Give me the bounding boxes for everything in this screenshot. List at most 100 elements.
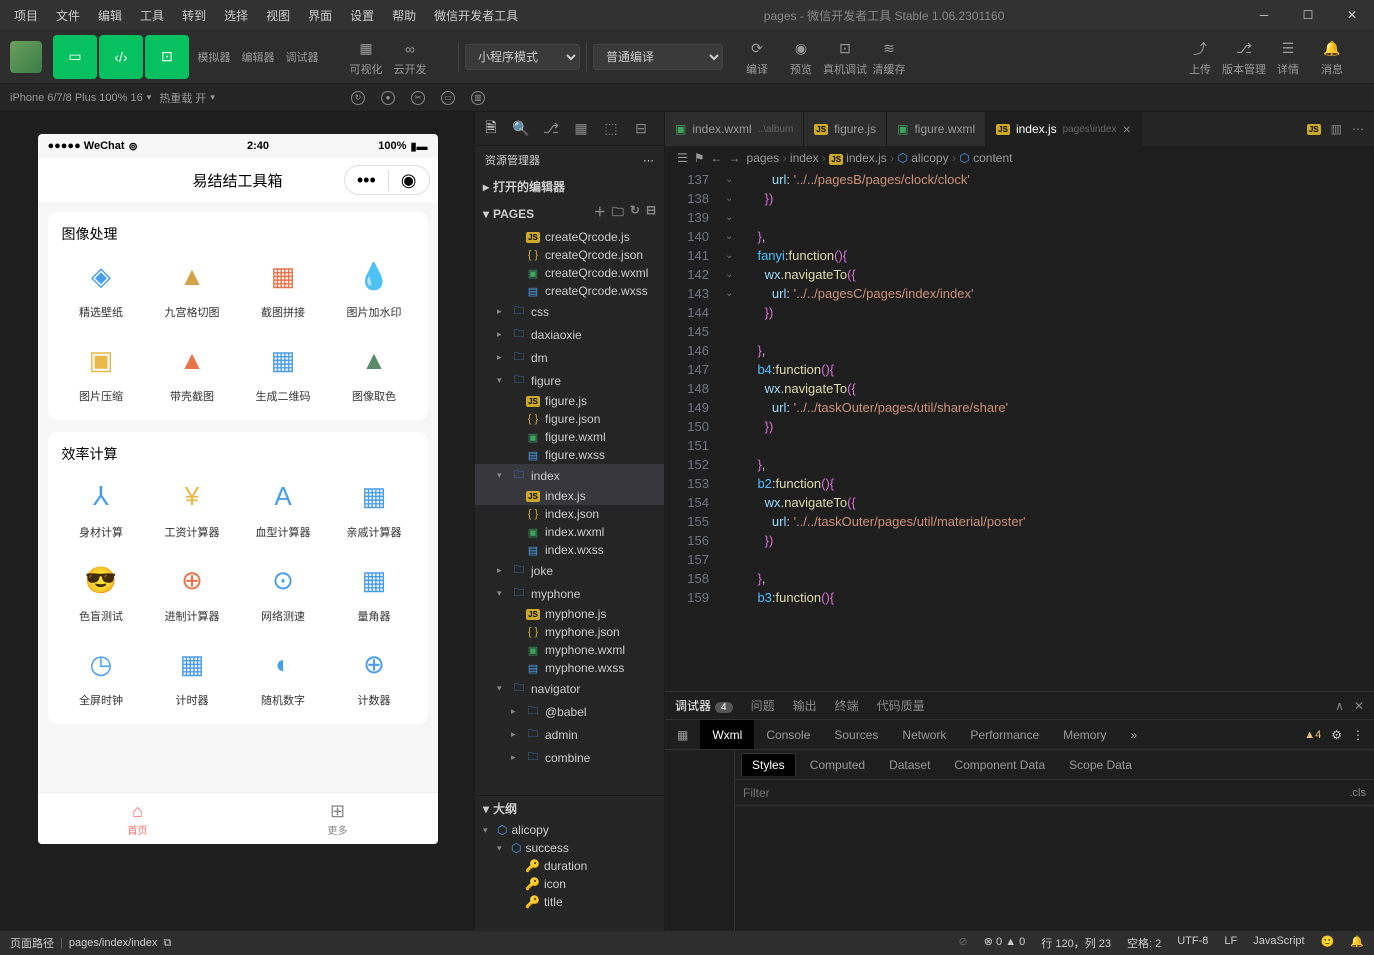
tree-folder[interactable]: ▸🗀@babel [475, 700, 664, 723]
tree-folder[interactable]: ▸🗀css [475, 300, 664, 323]
menu-帮助[interactable]: 帮助 [384, 3, 424, 28]
code-editor[interactable]: 137 138 139 140 141 142 143 144 145 146 … [665, 170, 1374, 691]
gear-icon[interactable]: ⚙ [1331, 728, 1342, 742]
ext-icon[interactable]: ▦ [569, 117, 593, 141]
outline-item[interactable]: 🔑 title [475, 893, 664, 911]
status-cancel-icon[interactable]: ⊘ [959, 935, 968, 951]
tabbar-item[interactable]: ⊞更多 [238, 793, 438, 844]
grid-item[interactable]: ◐随机数字 [238, 644, 329, 708]
phone-content[interactable]: 图像处理◈精选壁纸▲九宫格切图▦截图拼接💧图片加水印▣图片压缩▲带壳截图▦生成二… [38, 202, 438, 792]
outline-item[interactable]: 🔑 duration [475, 857, 664, 875]
project-header[interactable]: ▾PAGES ＋ 🗀 ↻ ⊟ [475, 199, 664, 228]
close-button[interactable]: ✕ [1330, 0, 1374, 30]
grid-item[interactable]: ⊕计数器 [329, 644, 420, 708]
network-tab[interactable]: Network [890, 720, 958, 749]
minimize-button[interactable]: ─ [1242, 0, 1286, 30]
bc-back-icon[interactable]: ← [711, 151, 723, 165]
sources-tab[interactable]: Sources [822, 720, 890, 749]
tree-folder[interactable]: ▾🗀index [475, 464, 664, 487]
capsule-close-icon[interactable]: ◉ [389, 170, 429, 191]
grid-item[interactable]: ▦亲戚计算器 [329, 476, 420, 540]
hot-reload-toggle[interactable]: 热重载 开 ▾ [159, 90, 215, 106]
open-editors-header[interactable]: ▸打开的编辑器 [475, 174, 664, 199]
tree-file[interactable]: { }myphone.json [475, 623, 664, 641]
refresh-tree-icon[interactable]: ↻ [630, 203, 640, 224]
tabbar-item[interactable]: ⌂首页 [38, 793, 238, 844]
grid-item[interactable]: ◷全屏时钟 [56, 644, 147, 708]
menu-视图[interactable]: 视图 [258, 3, 298, 28]
new-file-icon[interactable]: ＋ [594, 203, 606, 224]
tree-file[interactable]: ▣myphone.wxml [475, 641, 664, 659]
bc-nav-icon[interactable]: ☰ [677, 151, 688, 165]
upload-button[interactable]: ⤴上传 [1178, 35, 1222, 79]
device-select[interactable]: iPhone 6/7/8 Plus 100% 16 ▾ [10, 92, 151, 104]
tree-file[interactable]: ▣createQrcode.wxml [475, 264, 664, 282]
memory-tab[interactable]: Memory [1051, 720, 1118, 749]
editor-tab[interactable]: JSfigure.js [804, 112, 887, 146]
explorer-icon[interactable]: 🗎 [479, 117, 503, 141]
eol[interactable]: LF [1224, 935, 1237, 951]
record-icon[interactable]: ● [381, 91, 395, 105]
bell-icon[interactable]: 🔔 [1350, 935, 1364, 951]
editor-tab[interactable]: ▣index.wxml..\album [665, 112, 804, 146]
tree-folder[interactable]: ▸🗀joke [475, 559, 664, 582]
console-tab[interactable]: Console [754, 720, 822, 749]
tree-folder[interactable]: ▸🗀admin [475, 723, 664, 746]
problems-tab[interactable]: 问题 [751, 693, 775, 718]
terminal-tab[interactable]: 终端 [835, 693, 859, 718]
bc-bookmark-icon[interactable]: ⚑ [694, 151, 705, 165]
new-folder-icon[interactable]: 🗀 [612, 203, 624, 224]
lang[interactable]: JavaScript [1253, 935, 1304, 951]
mode-select[interactable]: 小程序模式 [465, 44, 580, 70]
grid-item[interactable]: ▦生成二维码 [238, 340, 329, 404]
menu-设置[interactable]: 设置 [342, 3, 382, 28]
editor-tab[interactable]: ▣figure.wxml [887, 112, 986, 146]
tree-file[interactable]: ▣index.wxml [475, 523, 664, 541]
grid-item[interactable]: ▲带壳截图 [147, 340, 238, 404]
more-editor-icon[interactable]: ⋯ [1352, 122, 1364, 136]
outline-header[interactable]: ▾大纲 [475, 795, 664, 821]
spaces[interactable]: 空格: 2 [1127, 935, 1161, 951]
tree-file[interactable]: ▣figure.wxml [475, 428, 664, 446]
feedback-icon[interactable]: 🙂 [1321, 935, 1335, 951]
grid-item[interactable]: ⊕进制计算器 [147, 560, 238, 624]
branch-icon[interactable]: ⎇ [539, 117, 563, 141]
page-path-label[interactable]: 页面路径 [10, 935, 54, 951]
editor-toggle[interactable]: ‹/› [99, 35, 143, 79]
bc-fwd-icon[interactable]: → [729, 151, 741, 165]
component-data-tab[interactable]: Component Data [944, 754, 1055, 776]
maximize-button[interactable]: ☐ [1286, 0, 1330, 30]
version-button[interactable]: ⎇版本管理 [1222, 35, 1266, 79]
compile-button[interactable]: ⟳编译 [735, 35, 779, 79]
warning-badge[interactable]: ▲4 [1304, 729, 1321, 741]
clouddev-button[interactable]: ∞云开发 [388, 35, 432, 79]
wxml-tab[interactable]: Wxml [700, 720, 754, 749]
tree-folder[interactable]: ▸🗀combine [475, 746, 664, 769]
status-warn-icon[interactable]: ⊗ 0 ▲ 0 [984, 935, 1026, 951]
panel-close-icon[interactable]: ✕ [1354, 699, 1364, 713]
details-button[interactable]: ☰详情 [1266, 35, 1310, 79]
devtools-more-icon[interactable]: » [1118, 720, 1149, 749]
grid-item[interactable]: ⅄身材计算 [56, 476, 147, 540]
float-icon[interactable]: ▭ [441, 91, 455, 105]
menu-微信开发者工具[interactable]: 微信开发者工具 [426, 3, 526, 28]
tree-file[interactable]: JSmyphone.js [475, 605, 664, 623]
scope-data-tab[interactable]: Scope Data [1059, 754, 1142, 776]
tree-file[interactable]: { }figure.json [475, 410, 664, 428]
tree-file[interactable]: ▤createQrcode.wxss [475, 282, 664, 300]
more-icon[interactable]: ⋯ [643, 154, 654, 167]
clear-cache-button[interactable]: ≋清缓存 [867, 35, 911, 79]
db-icon[interactable]: ⊟ [629, 117, 653, 141]
computed-tab[interactable]: Computed [800, 754, 875, 776]
tree-file[interactable]: JSindex.js [475, 487, 664, 505]
menu-转到[interactable]: 转到 [174, 3, 214, 28]
menu-工具[interactable]: 工具 [132, 3, 172, 28]
tree-folder[interactable]: ▸🗀dm [475, 346, 664, 369]
grid-item[interactable]: 😎色盲测试 [56, 560, 147, 624]
remote-debug-button[interactable]: ⊡真机调试 [823, 35, 867, 79]
visual-button[interactable]: ▦可视化 [344, 35, 388, 79]
tree-folder[interactable]: ▾🗀figure [475, 369, 664, 392]
message-button[interactable]: 🔔消息 [1310, 35, 1354, 79]
menu-编辑[interactable]: 编辑 [90, 3, 130, 28]
filter-input[interactable] [743, 786, 1350, 800]
